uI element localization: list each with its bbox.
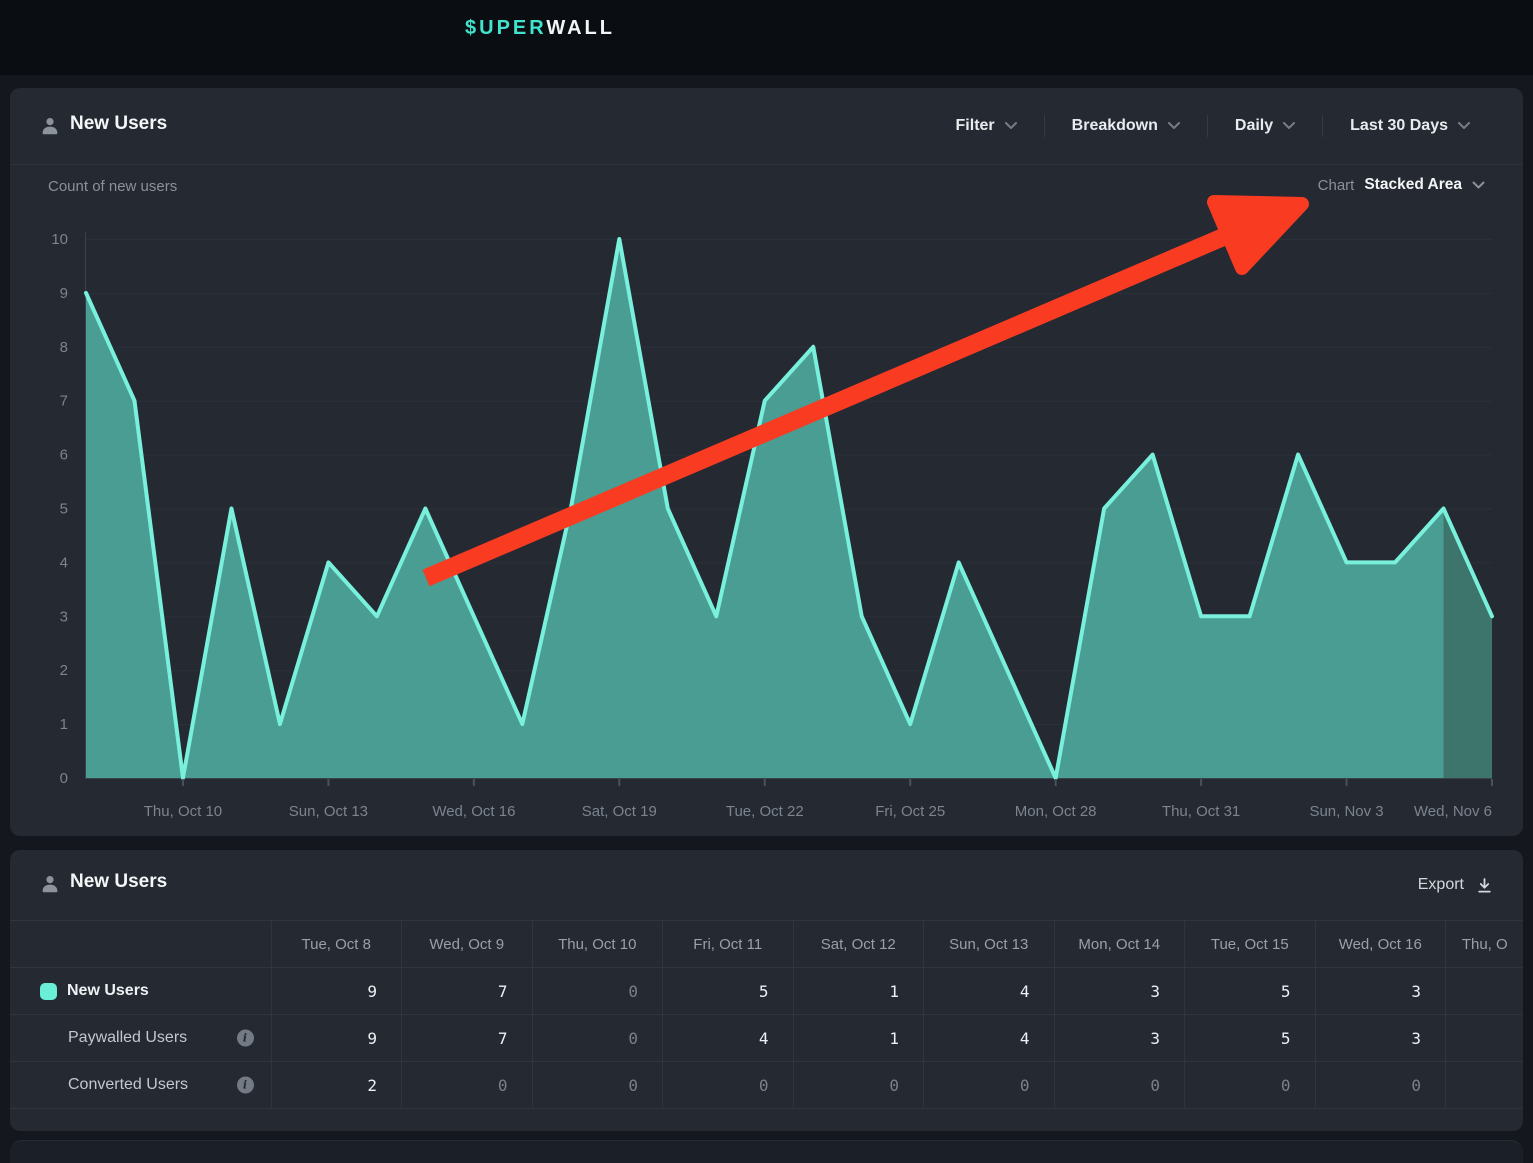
table-panel-header: New Users Export: [10, 850, 1523, 926]
y-tick-label: 2: [60, 662, 68, 679]
value-cell: 0: [532, 1015, 663, 1062]
column-header-date: Thu, O: [1446, 921, 1524, 968]
value-cell: 7: [402, 1015, 533, 1062]
area-fill-partial-period: [1444, 509, 1492, 779]
x-tick-label: Thu, Oct 31: [1162, 803, 1240, 820]
new-users-chart-panel: New Users FilterBreakdownDailyLast 30 Da…: [10, 88, 1523, 836]
column-header-date: Wed, Oct 9: [402, 921, 533, 968]
new-users-data-table: Tue, Oct 8Wed, Oct 9Thu, Oct 10Fri, Oct …: [10, 920, 1523, 1109]
column-header-date: Mon, Oct 14: [1054, 921, 1185, 968]
row-label: New Users: [67, 982, 149, 1000]
person-icon: [40, 874, 60, 894]
value-cell: 3: [1054, 1015, 1185, 1062]
y-tick-label: 3: [60, 608, 68, 625]
value-cell: 5: [1185, 1015, 1316, 1062]
value-cell: 1: [793, 1015, 924, 1062]
x-tick-label: Fri, Oct 25: [875, 803, 945, 820]
value-cell: 4: [663, 1015, 794, 1062]
info-icon[interactable]: i: [237, 1030, 254, 1047]
value-cell: 2: [271, 1062, 402, 1109]
y-tick-label: 5: [60, 501, 68, 518]
row-label: Converted Users: [68, 1076, 188, 1094]
value-cell: 3: [1315, 1015, 1446, 1062]
value-cell: 5: [1185, 968, 1316, 1015]
value-cell: 7: [402, 968, 533, 1015]
value-cell: [1446, 968, 1524, 1015]
column-header-date: Tue, Oct 15: [1185, 921, 1316, 968]
table-row: Converted Usersi200000000: [10, 1062, 1523, 1109]
column-header-date: Wed, Oct 16: [1315, 921, 1446, 968]
y-tick-label: 4: [60, 554, 68, 571]
value-cell: 5: [663, 968, 794, 1015]
value-cell: 0: [1054, 1062, 1185, 1109]
superwall-logo: $UPERWALL: [465, 17, 615, 40]
value-cell: 9: [271, 968, 402, 1015]
column-header-date: Sun, Oct 13: [924, 921, 1055, 968]
row-label-cell: Converted Users i: [10, 1062, 271, 1109]
value-cell: [1446, 1015, 1524, 1062]
logo-text-primary: $UPER: [465, 17, 546, 39]
annotation-arrow-head: [1214, 202, 1302, 268]
y-tick-label: 0: [60, 770, 68, 787]
info-icon[interactable]: i: [237, 1077, 254, 1094]
value-cell: 0: [402, 1062, 533, 1109]
value-cell: 1: [793, 968, 924, 1015]
y-tick-label: 1: [60, 716, 68, 733]
row-label-cell: Paywalled Users i: [10, 1015, 271, 1062]
table-row: New Users970514353: [10, 968, 1523, 1015]
y-tick-label: 9: [60, 285, 68, 302]
column-header-date: Thu, Oct 10: [532, 921, 663, 968]
row-label-cell: New Users: [10, 968, 271, 1015]
value-cell: 0: [1315, 1062, 1446, 1109]
value-cell: 0: [924, 1062, 1055, 1109]
column-header-date: Tue, Oct 8: [271, 921, 402, 968]
stacked-area-chart: 0 1 2 3 4 5 6 7 8 9 10 Thu, Oct 10 Sun, Oct 13 Wed, O…: [10, 88, 1523, 836]
x-tick-label: Sun, Oct 13: [289, 803, 368, 820]
value-cell: 9: [271, 1015, 402, 1062]
series-color-swatch: [40, 983, 57, 1000]
x-tick-label: Thu, Oct 10: [144, 803, 222, 820]
value-cell: 0: [1185, 1062, 1316, 1109]
export-button[interactable]: Export: [1418, 876, 1493, 894]
y-tick-label: 7: [60, 393, 68, 410]
table-row: Paywalled Usersi970414353: [10, 1015, 1523, 1062]
x-tick-label: Mon, Oct 28: [1015, 803, 1097, 820]
top-header-bar: $UPERWALL: [0, 0, 1533, 75]
y-tick-label: 6: [60, 447, 68, 464]
value-cell: 4: [924, 968, 1055, 1015]
value-cell: 3: [1315, 968, 1446, 1015]
x-tick-label: Wed, Oct 16: [432, 803, 515, 820]
value-cell: 3: [1054, 968, 1185, 1015]
x-tick-label: Sun, Nov 3: [1309, 803, 1383, 820]
export-label: Export: [1418, 876, 1464, 894]
x-tick-label: Tue, Oct 22: [726, 803, 804, 820]
next-panel-top-edge: [10, 1140, 1523, 1163]
x-tick-label: Wed, Nov 6: [1414, 803, 1492, 820]
value-cell: 0: [793, 1062, 924, 1109]
y-tick-label: 10: [51, 231, 68, 248]
logo-text-secondary: WALL: [546, 17, 615, 39]
value-cell: 0: [663, 1062, 794, 1109]
value-cell: 0: [532, 1062, 663, 1109]
column-header-date: Sat, Oct 12: [793, 921, 924, 968]
value-cell: 0: [532, 968, 663, 1015]
table-panel-title: New Users: [70, 871, 167, 893]
column-header-date: Fri, Oct 11: [663, 921, 794, 968]
new-users-table-panel: New Users Export Tue, Oct 8Wed, Oct 9Thu…: [10, 850, 1523, 1131]
value-cell: 4: [924, 1015, 1055, 1062]
table-corner-cell: [10, 921, 271, 968]
y-tick-label: 8: [60, 339, 68, 356]
row-label: Paywalled Users: [68, 1029, 187, 1047]
x-tick-label: Sat, Oct 19: [582, 803, 657, 820]
value-cell: [1446, 1062, 1524, 1109]
download-icon: [1476, 877, 1493, 894]
